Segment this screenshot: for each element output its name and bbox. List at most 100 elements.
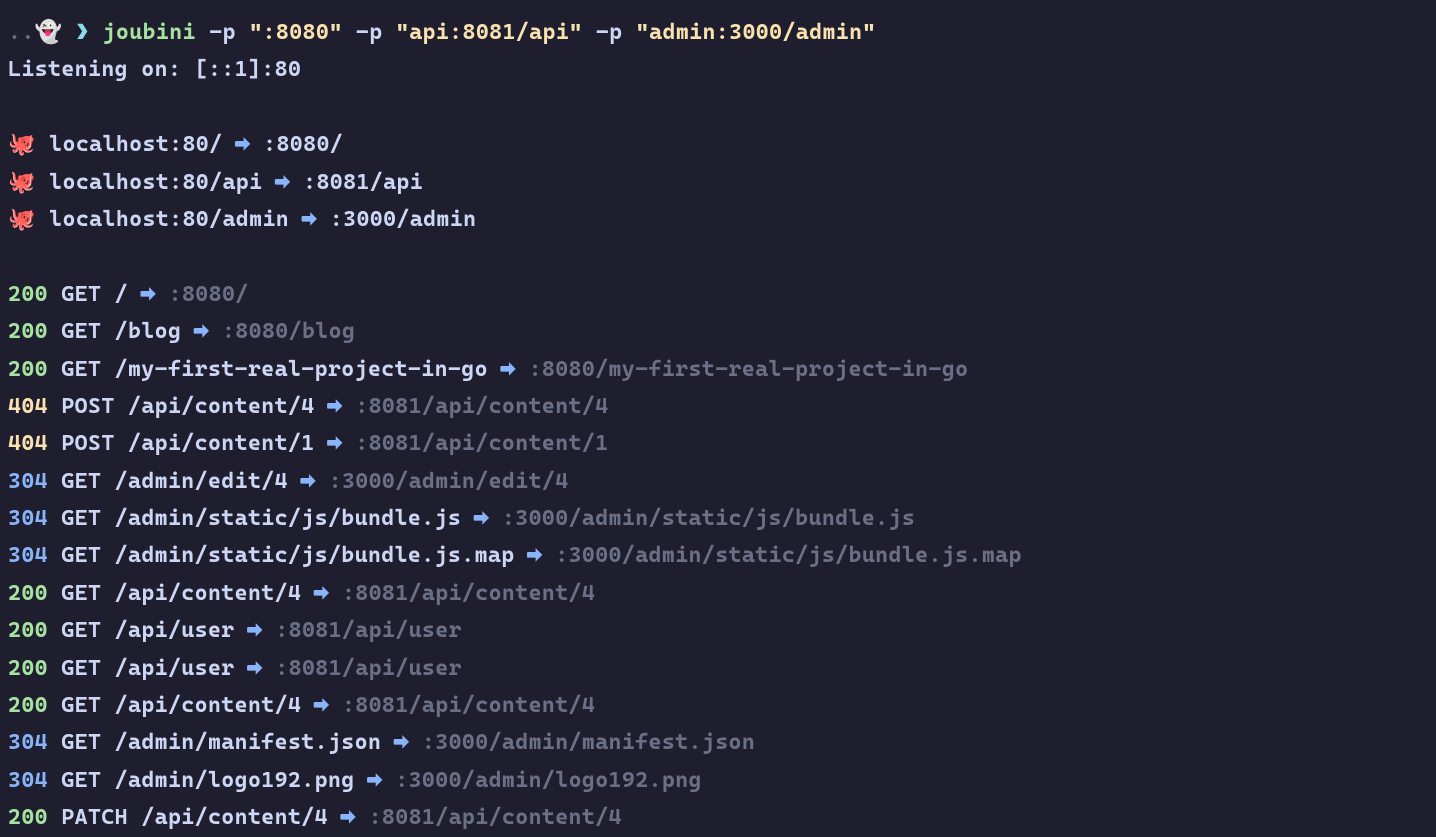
request-target: :8081/api/user (262, 618, 462, 643)
flag-2: -p (343, 20, 396, 45)
octopus-icon: 🐙 (8, 170, 36, 195)
flag-3: -p (583, 20, 636, 45)
request-path: /admin/static/js/bundle.js.map (101, 543, 528, 568)
http-method: GET (48, 357, 101, 382)
request-path: / (101, 282, 141, 307)
request-target: :3000/admin/edit/4 (315, 469, 568, 494)
arrow-icon: ➡ (302, 207, 316, 232)
ghost-icon: 👻 (35, 20, 63, 45)
request-line-7: 304 GET /admin/static/js/bundle.js.map ➡… (8, 537, 1428, 574)
request-target: :8081/api/content/4 (355, 805, 622, 830)
request-path: /api/content/1 (115, 431, 328, 456)
request-line-5: 304 GET /admin/edit/4 ➡ :3000/admin/edit… (8, 463, 1428, 500)
request-line-1: 200 GET /blog ➡ :8080/blog (8, 313, 1428, 350)
request-path: /api/content/4 (101, 693, 314, 718)
status-code: 304 (8, 469, 48, 494)
status-code: 304 (8, 506, 48, 531)
route-dst: :8081/api (290, 170, 423, 195)
http-method: POST (48, 394, 115, 419)
arrow-icon: ➡ (328, 394, 342, 419)
arrow-icon: ➡ (341, 805, 355, 830)
arrow-icon: ➡ (315, 581, 329, 606)
arrow-icon: ➡ (141, 282, 155, 307)
request-target: :8081/api/content/4 (329, 693, 596, 718)
arrow-icon: ➡ (368, 768, 382, 793)
request-target: :8081/api/content/4 (329, 581, 596, 606)
request-target: :8080/ (155, 282, 248, 307)
arrow-icon: ➡ (248, 618, 262, 643)
http-method: POST (48, 431, 115, 456)
prompt-prefix: .. (8, 20, 35, 45)
arrow-icon: ➡ (501, 357, 515, 382)
request-path: /api/content/4 (128, 805, 341, 830)
flag-1: -p (196, 20, 249, 45)
request-target: :3000/admin/static/js/bundle.js (489, 506, 916, 531)
http-method: PATCH (48, 805, 128, 830)
http-method: GET (48, 656, 101, 681)
status-code: 304 (8, 543, 48, 568)
request-line-3: 404 POST /api/content/4 ➡ :8081/api/cont… (8, 388, 1428, 425)
octopus-icon: 🐙 (8, 132, 36, 157)
prompt-symbol: ❯ (76, 20, 89, 45)
arrow-icon: ➡ (315, 693, 329, 718)
route-src: localhost:80/admin (36, 207, 303, 232)
status-code: 404 (8, 431, 48, 456)
request-target: :3000/admin/static/js/bundle.js.map (542, 543, 1022, 568)
route-dst: :3000/admin (316, 207, 476, 232)
route-line-0: 🐙 localhost:80/ ➡ :8080/ (8, 126, 1428, 163)
http-method: GET (48, 618, 101, 643)
request-path: /my-first-real-project-in-go (101, 357, 501, 382)
blank-line (8, 89, 1428, 126)
status-code: 200 (8, 693, 48, 718)
route-src: localhost:80/api (36, 170, 276, 195)
route-line-2: 🐙 localhost:80/admin ➡ :3000/admin (8, 201, 1428, 238)
status-code: 200 (8, 319, 48, 344)
request-path: /api/user (101, 656, 248, 681)
request-target: :8081/api/content/1 (342, 431, 609, 456)
request-line-4: 404 POST /api/content/1 ➡ :8081/api/cont… (8, 425, 1428, 462)
request-path: /api/content/4 (101, 581, 314, 606)
status-code: 200 (8, 357, 48, 382)
status-code: 200 (8, 805, 48, 830)
route-dst: :8080/ (250, 132, 343, 157)
octopus-icon: 🐙 (8, 207, 36, 232)
http-method: GET (48, 282, 101, 307)
request-target: :8080/blog (209, 319, 356, 344)
request-path: /api/content/4 (115, 394, 328, 419)
http-method: GET (48, 319, 101, 344)
arrow-icon: ➡ (195, 319, 209, 344)
status-code: 200 (8, 282, 48, 307)
request-path: /admin/edit/4 (101, 469, 301, 494)
command-line: ..👻 ❯ joubini -p ":8080" -p "api:8081/ap… (8, 14, 1428, 51)
command-name: joubini (103, 20, 196, 45)
request-target: :3000/admin/logo192.png (382, 768, 702, 793)
request-line-13: 304 GET /admin/logo192.png ➡ :3000/admin… (8, 762, 1428, 799)
request-path: /admin/manifest.json (101, 730, 394, 755)
arrow-icon: ➡ (276, 170, 290, 195)
request-line-2: 200 GET /my-first-real-project-in-go ➡ :… (8, 351, 1428, 388)
request-line-8: 200 GET /api/content/4 ➡ :8081/api/conte… (8, 575, 1428, 612)
request-target: :8080/my-first-real-project-in-go (515, 357, 968, 382)
request-line-0: 200 GET / ➡ :8080/ (8, 276, 1428, 313)
arg-3: "admin:3000/admin" (636, 20, 876, 45)
arg-1: ":8080" (249, 20, 342, 45)
request-target: :8081/api/user (262, 656, 462, 681)
http-method: GET (48, 693, 101, 718)
terminal-output: ..👻 ❯ joubini -p ":8080" -p "api:8081/ap… (8, 14, 1428, 837)
arrow-icon: ➡ (236, 132, 250, 157)
arrow-icon: ➡ (528, 543, 542, 568)
status-code: 200 (8, 618, 48, 643)
status-code: 304 (8, 768, 48, 793)
request-line-14: 200 PATCH /api/content/4 ➡ :8081/api/con… (8, 799, 1428, 836)
route-line-1: 🐙 localhost:80/api ➡ :8081/api (8, 164, 1428, 201)
request-target: :3000/admin/manifest.json (409, 730, 756, 755)
request-path: /admin/logo192.png (101, 768, 368, 793)
http-method: GET (48, 543, 101, 568)
http-method: GET (48, 768, 101, 793)
request-line-12: 304 GET /admin/manifest.json ➡ :3000/adm… (8, 724, 1428, 761)
arrow-icon: ➡ (475, 506, 489, 531)
arg-2: "api:8081/api" (396, 20, 583, 45)
http-method: GET (48, 469, 101, 494)
arrow-icon: ➡ (328, 431, 342, 456)
request-line-6: 304 GET /admin/static/js/bundle.js ➡ :30… (8, 500, 1428, 537)
